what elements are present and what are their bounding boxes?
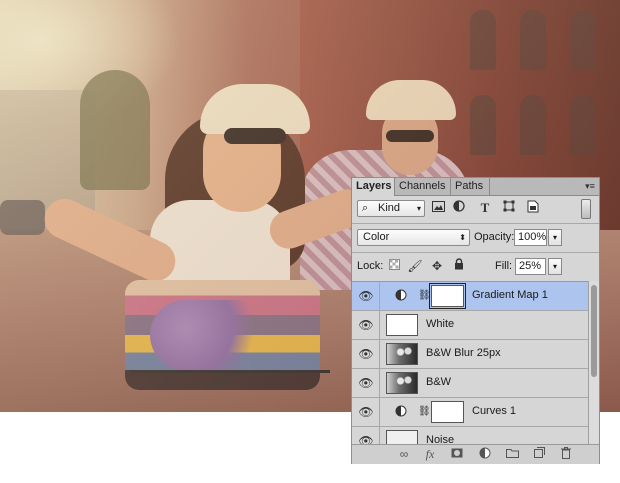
new-layer-icon[interactable] xyxy=(531,447,547,462)
blend-mode-select[interactable]: Color ⬍ xyxy=(357,229,470,246)
add-mask-icon[interactable] xyxy=(449,447,465,462)
fx-icon[interactable]: fx xyxy=(422,447,438,462)
curves-adjustment-icon xyxy=(394,405,408,419)
divider xyxy=(379,340,380,368)
scrollbar-thumb[interactable] xyxy=(591,285,597,377)
lock-fill-row: Lock: 🖌 ✥ Fill: 25% ▾ xyxy=(352,256,599,278)
opacity-dropdown[interactable]: ▾ xyxy=(548,229,562,246)
layer-mask-thumbnail[interactable] xyxy=(429,283,466,309)
link-layers-icon[interactable]: ∞ xyxy=(396,447,412,462)
layer-list-scrollbar[interactable] xyxy=(588,281,599,444)
chain-link-icon[interactable]: ⛓ xyxy=(418,405,431,419)
eye-visibility-icon[interactable]: 👁 xyxy=(357,318,375,332)
trash-icon[interactable] xyxy=(558,447,574,462)
layer-name: Gradient Map 1 xyxy=(472,289,548,301)
layer-list: 👁 ⛓ Gradient Map 1 👁 White 👁 B&W Blur 25… xyxy=(352,281,588,445)
panel-menu-icon[interactable]: ▾≡ xyxy=(583,180,597,192)
divider xyxy=(379,398,380,426)
new-group-icon[interactable] xyxy=(504,447,520,462)
panel-tab-bar: Layers Channels Paths ▾≡ xyxy=(352,178,599,196)
divider xyxy=(379,427,380,445)
fill-dropdown[interactable]: ▾ xyxy=(548,258,562,275)
layer-thumbnail xyxy=(386,372,418,394)
chevron-updown-icon: ⬍ xyxy=(459,233,466,242)
shape-filter-icon[interactable] xyxy=(501,200,517,216)
gradient-map-adjustment-icon xyxy=(394,289,408,303)
filter-kind-select[interactable]: ⌕ Kind ▾ xyxy=(357,200,425,217)
divider xyxy=(352,223,599,224)
smart-object-filter-icon[interactable] xyxy=(525,200,541,216)
layer-name: B&W xyxy=(426,376,452,388)
blend-mode-value: Color xyxy=(363,231,390,243)
lock-position-move-icon[interactable]: ✥ xyxy=(429,258,445,274)
layer-thumbnail xyxy=(386,314,418,336)
layer-mask-thumbnail[interactable] xyxy=(431,401,464,423)
filter-toggle-switch[interactable] xyxy=(581,199,591,219)
search-icon: ⌕ xyxy=(362,202,369,214)
fill-input[interactable]: 25% xyxy=(515,258,546,275)
layer-thumbnail xyxy=(386,430,418,445)
eye-visibility-icon[interactable]: 👁 xyxy=(357,289,375,303)
divider xyxy=(379,311,380,339)
divider xyxy=(352,252,599,253)
layer-row-bw[interactable]: 👁 B&W xyxy=(352,369,588,398)
opacity-input[interactable]: 100% xyxy=(514,229,547,246)
chevron-down-icon: ▾ xyxy=(416,204,421,213)
type-filter-icon[interactable]: T xyxy=(477,200,493,216)
layer-name: B&W Blur 25px xyxy=(426,347,501,359)
opacity-label: Opacity: xyxy=(474,231,515,243)
tab-channels[interactable]: Channels xyxy=(395,178,451,195)
lock-all-icon[interactable] xyxy=(451,258,467,274)
layers-panel: Layers Channels Paths ▾≡ ⌕ Kind ▾ T Colo… xyxy=(351,177,600,464)
layer-row-noise[interactable]: 👁 Noise xyxy=(352,427,588,445)
layer-row-gradient-map-1[interactable]: 👁 ⛓ Gradient Map 1 xyxy=(352,282,588,311)
layer-row-curves-1[interactable]: 👁 ⛓ Curves 1 xyxy=(352,398,588,427)
filter-kind-label: Kind xyxy=(378,202,401,214)
eye-visibility-icon[interactable]: 👁 xyxy=(357,376,375,390)
layer-name: White xyxy=(426,318,455,330)
layer-row-bw-blur-25px[interactable]: 👁 B&W Blur 25px xyxy=(352,340,588,369)
eye-visibility-icon[interactable]: 👁 xyxy=(357,405,375,419)
layer-thumbnail xyxy=(386,343,418,365)
tab-layers[interactable]: Layers xyxy=(352,178,395,196)
divider xyxy=(379,282,380,310)
lock-pixels-brush-icon[interactable]: 🖌 xyxy=(407,258,423,274)
lock-label: Lock: xyxy=(357,260,384,272)
adjustment-filter-icon[interactable] xyxy=(451,200,467,216)
layer-name: Curves 1 xyxy=(472,405,517,417)
fill-label: Fill: xyxy=(495,260,513,272)
chain-link-icon[interactable]: ⛓ xyxy=(418,289,431,303)
new-adjustment-icon[interactable] xyxy=(477,447,493,462)
eye-visibility-icon[interactable]: 👁 xyxy=(357,347,375,361)
image-filter-icon[interactable] xyxy=(430,200,446,216)
lock-transparency-icon[interactable] xyxy=(386,258,402,274)
blend-opacity-row: Color ⬍ Opacity: 100% ▾ xyxy=(352,227,599,249)
layers-bottom-toolbar: ∞ fx xyxy=(352,444,599,464)
tab-paths[interactable]: Paths xyxy=(451,178,490,195)
layer-row-white[interactable]: 👁 White xyxy=(352,311,588,340)
layer-filter-row: ⌕ Kind ▾ T xyxy=(352,198,599,220)
divider xyxy=(379,369,380,397)
